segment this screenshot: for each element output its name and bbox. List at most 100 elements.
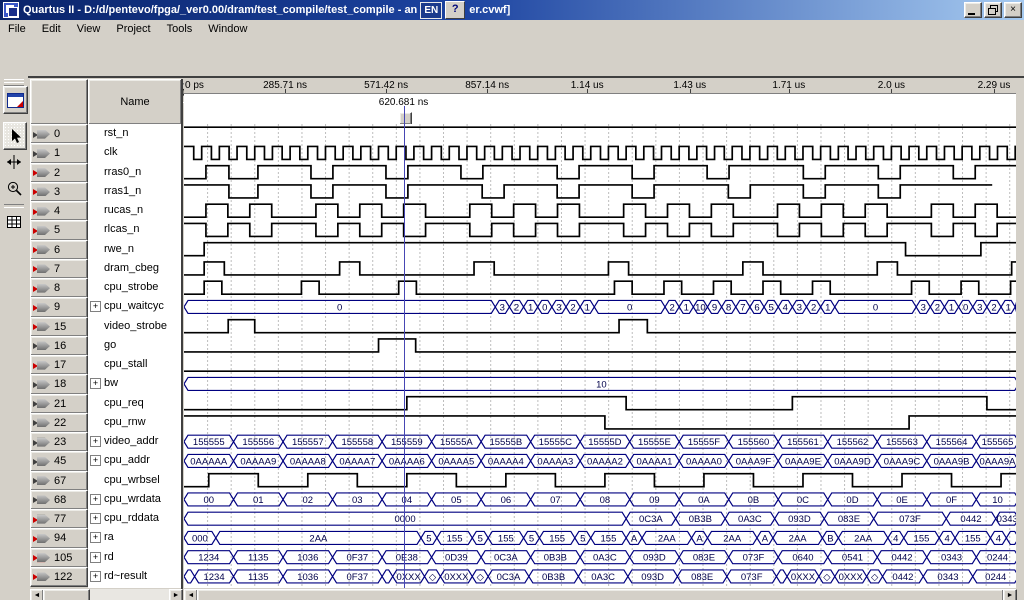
row-number-cell[interactable]: 22 [30,413,88,433]
svg-text:5: 5 [426,533,431,544]
row-number-cell[interactable]: 68 [30,490,88,510]
signal-name[interactable]: cpu_rnw [104,416,146,428]
names-scrollbar[interactable]: ◄ ► [30,589,181,600]
minimize-button[interactable] [964,2,982,18]
wave-scroll-thumb[interactable] [197,589,1004,600]
row-number-cell[interactable]: 21 [30,394,88,414]
row-number-cell[interactable]: 94 [30,528,88,548]
svg-text:3: 3 [556,302,561,313]
row-number-cell[interactable]: 2 [30,163,88,183]
row-number-cell[interactable]: 105 [30,548,88,568]
menu-tools[interactable]: Tools [159,21,201,37]
signal-name[interactable]: clk [104,146,117,158]
wave-scroll-left-button[interactable]: ◄ [184,589,198,600]
row-number-cell[interactable]: 77 [30,509,88,529]
row-number-cell[interactable]: 23 [30,432,88,452]
row-number-cell[interactable]: 5 [30,220,88,240]
selection-tool-button[interactable] [3,122,27,150]
menu-file[interactable]: File [0,21,34,37]
plus-expander-icon[interactable]: + [90,532,101,543]
signal-name[interactable]: cpu_waitcyc [104,300,164,312]
row-number-cell[interactable]: 18 [30,374,88,394]
row-number-cell[interactable]: 4 [30,201,88,221]
waveform-area[interactable]: 0321032102110987654321032103211015555515… [184,124,1016,588]
help-icon[interactable]: ? [445,1,465,19]
svg-text:2AA: 2AA [723,533,742,544]
row-number-cell[interactable]: 0 [30,124,88,144]
row-number-cell[interactable]: 3 [30,182,88,202]
row-number-cell[interactable]: 17 [30,355,88,375]
language-indicator[interactable]: EN [420,2,442,19]
signal-name[interactable]: video_addr [104,435,158,447]
row-number-cell[interactable]: 6 [30,240,88,260]
row-number: 67 [54,475,66,487]
svg-text:0A3C: 0A3C [593,553,617,564]
svg-text:A: A [631,533,638,544]
plus-expander-icon[interactable]: + [90,494,101,505]
svg-text:1036: 1036 [297,553,318,564]
signal-name[interactable]: video_strobe [104,320,167,332]
signal-name[interactable]: ra [104,531,114,543]
menu-view[interactable]: View [69,21,109,37]
row-number-cell[interactable]: 1 [30,143,88,163]
signal-name[interactable]: rucas_n [104,204,143,216]
row-number-cell[interactable]: 15 [30,317,88,337]
restore-button[interactable] [984,2,1002,18]
close-button[interactable]: × [1004,2,1022,18]
zoom-tool-button[interactable] [3,176,25,200]
names-scroll-thumb[interactable] [43,589,90,600]
svg-text:0AAAA1: 0AAAA1 [636,456,672,467]
plus-expander-icon[interactable]: + [90,552,101,563]
plus-expander-icon[interactable]: + [90,513,101,524]
signal-name[interactable]: rlcas_n [104,223,139,235]
row-number-cell[interactable]: 122 [30,567,88,587]
signal-name[interactable]: cpu_req [104,397,144,409]
plus-expander-icon[interactable]: + [90,455,101,466]
row-number: 17 [54,359,66,371]
split-tool-button[interactable] [3,150,25,174]
signal-name[interactable]: cpu_wrdata [104,493,161,505]
svg-text:0C3A: 0C3A [497,572,521,583]
row-number-cell[interactable]: 8 [30,278,88,298]
signal-name[interactable]: rras0_n [104,166,141,178]
signal-name[interactable]: cpu_addr [104,454,150,466]
input-pin-icon [34,340,51,351]
svg-text:0AAA9F: 0AAA9F [736,456,772,467]
signal-name[interactable]: rwe_n [104,243,134,255]
signal-name[interactable]: cpu_strobe [104,281,158,293]
row-number-cell[interactable]: 7 [30,259,88,279]
signal-name[interactable]: rd~result [104,570,147,582]
row-number-cell[interactable]: 67 [30,471,88,491]
names-scroll-right-button[interactable]: ► [169,589,183,600]
svg-text:15555E: 15555E [638,437,671,448]
grid-view-button[interactable] [3,210,25,234]
plus-expander-icon[interactable]: + [90,571,101,582]
row-number-cell[interactable]: 9 [30,297,88,317]
window-title-right: er.cvwf] [469,4,510,16]
signal-name[interactable]: go [104,339,116,351]
signal-name[interactable]: cpu_wrbsel [104,474,160,486]
waveform-editor-button[interactable] [3,86,28,114]
names-scroll-left-button[interactable]: ◄ [30,589,44,600]
signal-name[interactable]: rras1_n [104,185,141,197]
signal-name[interactable]: rd [104,551,114,563]
plus-expander-icon[interactable]: + [90,301,101,312]
menu-window[interactable]: Window [200,21,255,37]
signal-name[interactable]: cpu_rddata [104,512,159,524]
signal-name[interactable]: cpu_stall [104,358,147,370]
row-number-cell[interactable]: 16 [30,336,88,356]
signal-name[interactable]: bw [104,377,118,389]
wave-scroll-right-button[interactable]: ► [1003,589,1017,600]
menu-edit[interactable]: Edit [34,21,69,37]
panel-splitter[interactable] [181,79,183,599]
signal-name[interactable]: dram_cbeg [104,262,159,274]
row-number-cell[interactable]: 45 [30,451,88,471]
menu-project[interactable]: Project [108,21,158,37]
plus-expander-icon[interactable]: + [90,378,101,389]
signal-name[interactable]: rst_n [104,127,128,139]
svg-text:0E: 0E [896,495,908,506]
row-number: 15 [54,321,66,333]
plus-expander-icon[interactable]: + [90,436,101,447]
wave-scrollbar[interactable]: ◄ ► [184,589,1016,600]
svg-text:2: 2 [935,302,940,313]
